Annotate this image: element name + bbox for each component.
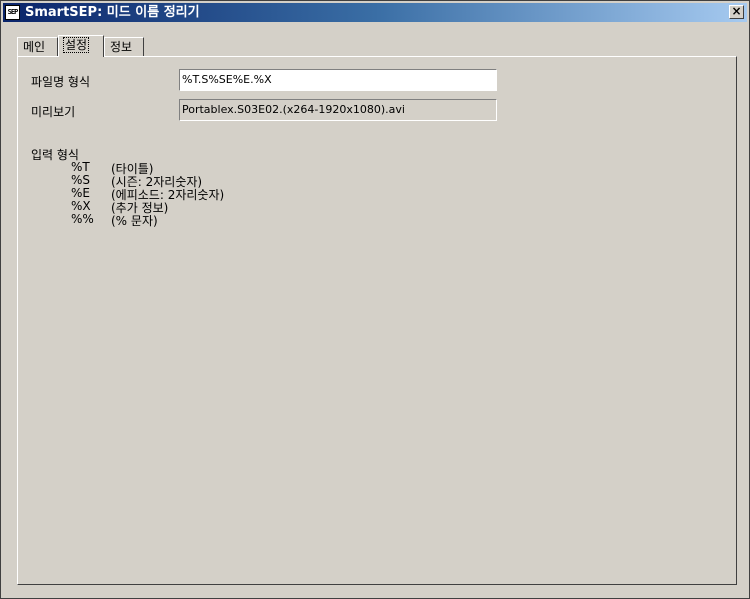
format-code: %S: [71, 173, 91, 187]
window-title: SmartSEP: 미드 이름 정리기: [25, 5, 200, 20]
close-icon: ×: [731, 4, 742, 18]
tab-settings-label: 설정: [62, 37, 90, 53]
close-button[interactable]: ×: [729, 4, 744, 19]
tab-info[interactable]: 정보: [104, 37, 144, 57]
app-window: SEP SmartSEP: 미드 이름 정리기 × 메인 설정 정보 파일명 형…: [0, 0, 750, 599]
filename-format-input[interactable]: %T.S%SE%E.%X: [179, 69, 497, 91]
format-desc: (% 문자): [111, 214, 158, 228]
tab-settings[interactable]: 설정: [58, 35, 104, 57]
preview-field: Portablex.S03E02.(x264-1920x1080).avi: [179, 99, 497, 121]
format-code: %%: [71, 212, 94, 226]
format-code: %X: [71, 199, 91, 213]
settings-panel: 파일명 형식 %T.S%SE%E.%X 미리보기 Portablex.S03E0…: [17, 56, 737, 585]
app-icon: SEP: [5, 5, 20, 20]
preview-label: 미리보기: [31, 105, 76, 119]
format-code: %T: [71, 160, 90, 174]
tab-main-label: 메인: [23, 40, 46, 54]
tab-main[interactable]: 메인: [17, 37, 58, 57]
format-code: %E: [71, 186, 90, 200]
title-bar[interactable]: SEP SmartSEP: 미드 이름 정리기 ×: [3, 3, 747, 22]
tab-info-label: 정보: [110, 40, 133, 54]
filename-format-label: 파일명 형식: [31, 75, 91, 89]
